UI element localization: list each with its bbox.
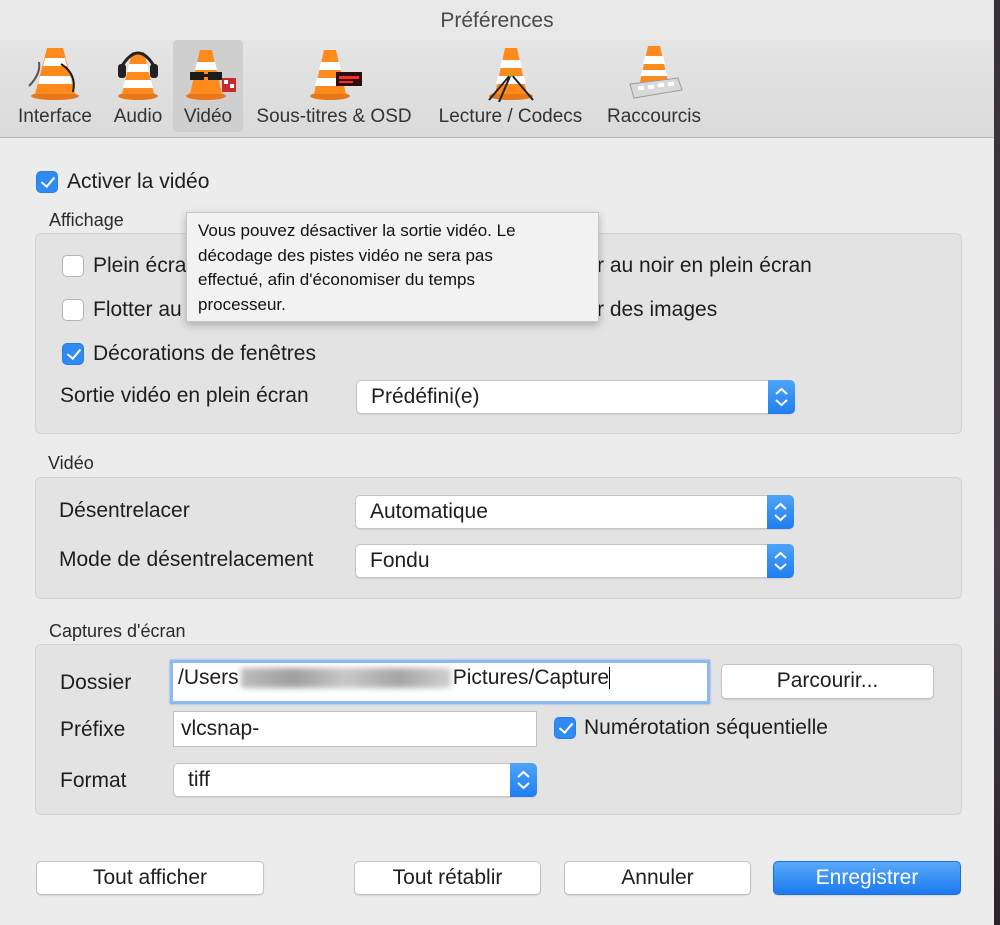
preferences-toolbar: Préférences Interface Audio Vidéo Sous-t… xyxy=(0,0,994,138)
vlc-cone-keyboard-icon xyxy=(629,46,683,99)
format-select[interactable]: tiff xyxy=(173,763,537,797)
always-on-top-label: Flotter au xyxy=(93,298,182,321)
folder-value-start: /Users xyxy=(178,666,239,689)
chevron-updown-icon xyxy=(767,544,794,578)
prefix-label: Préfixe xyxy=(60,718,126,741)
sequential-numbering-label: Numérotation séquentielle xyxy=(584,716,828,739)
tooltip-line-4: processeur. xyxy=(198,294,286,314)
tab-interface-label: Interface xyxy=(18,106,92,127)
fullscreen-checkbox[interactable] xyxy=(62,255,84,277)
tab-subtitles-osd[interactable]: Sous-titres & OSD xyxy=(248,40,420,132)
vlc-cone-glasses-icon xyxy=(186,50,236,100)
tooltip-line-2: décodage des pistes vidéo ne sera pas xyxy=(198,245,493,265)
chevron-updown-icon xyxy=(510,763,537,797)
fullscreen-label: Plein écra xyxy=(93,254,187,277)
text-caret xyxy=(609,667,611,690)
browse-button[interactable]: Parcourir... xyxy=(721,664,934,699)
video-section-title: Vidéo xyxy=(48,453,94,473)
deinterlace-mode-value: Fondu xyxy=(370,549,430,572)
preferences-window: Préférences Interface Audio Vidéo Sous-t… xyxy=(0,0,994,925)
folder-label: Dossier xyxy=(60,671,132,694)
deinterlace-select[interactable]: Automatique xyxy=(355,495,794,529)
save-button[interactable]: Enregistrer xyxy=(773,861,961,895)
tooltip-line-1: Vous pouvez désactiver la sortie vidéo. … xyxy=(198,221,516,240)
tooltip-line-3: effectué, afin d'économiser du temps xyxy=(198,270,475,289)
tab-interface[interactable]: Interface xyxy=(8,40,102,132)
display-section-title: Affichage xyxy=(49,210,124,230)
enable-video-label: Activer la vidéo xyxy=(67,170,210,193)
sequential-numbering-checkbox[interactable] xyxy=(554,717,576,739)
window-title: Préférences xyxy=(0,0,994,40)
window-decorations-checkbox[interactable] xyxy=(62,343,84,365)
tab-hotkeys-label: Raccourcis xyxy=(607,106,701,127)
folder-input[interactable]: /Users Pictures/Capture xyxy=(170,660,710,704)
redacted-region xyxy=(240,668,451,689)
tab-codecs-label: Lecture / Codecs xyxy=(438,106,583,127)
tab-video[interactable]: Vidéo xyxy=(173,40,243,132)
fullscreen-output-label: Sortie vidéo en plein écran xyxy=(60,384,309,407)
format-value: tiff xyxy=(188,768,210,791)
tab-audio-label: Audio xyxy=(113,106,163,127)
fullscreen-output-select[interactable]: Prédéfini(e) xyxy=(356,380,795,414)
tab-video-label: Vidéo xyxy=(183,106,233,127)
vlc-cone-headphones-icon xyxy=(118,51,158,100)
tab-input-codecs[interactable]: Lecture / Codecs xyxy=(428,40,593,132)
window-decorations-label: Décorations de fenêtres xyxy=(93,342,316,365)
tab-subtitles-label: Sous-titres & OSD xyxy=(256,106,412,127)
snapshots-section-title: Captures d'écran xyxy=(49,621,186,641)
tab-hotkeys[interactable]: Raccourcis xyxy=(600,40,708,132)
deinterlace-mode-label: Mode de désentrelacement xyxy=(59,548,314,571)
chevron-updown-icon xyxy=(767,495,794,529)
deinterlace-value: Automatique xyxy=(370,500,488,523)
tab-audio[interactable]: Audio xyxy=(107,40,169,132)
folder-value-end: Pictures/Capture xyxy=(452,666,610,689)
deinterlace-mode-select[interactable]: Fondu xyxy=(355,544,794,578)
enable-video-checkbox[interactable] xyxy=(36,171,58,193)
cancel-button[interactable]: Annuler xyxy=(564,861,751,895)
black-screens-label: r au noir en plein écran xyxy=(597,254,812,277)
reset-all-button[interactable]: Tout rétablir xyxy=(354,861,541,895)
fullscreen-output-value: Prédéfini(e) xyxy=(371,385,480,408)
chevron-updown-icon xyxy=(768,380,795,414)
prefix-input[interactable]: vlcsnap- xyxy=(173,711,537,747)
always-on-top-checkbox[interactable] xyxy=(62,299,84,321)
desktop-background xyxy=(994,0,1000,925)
vlc-cone-codecs-icon xyxy=(487,48,534,102)
format-label: Format xyxy=(60,769,127,792)
vlc-cone-interface-icon xyxy=(28,48,79,100)
vlc-cone-subtitles-icon xyxy=(310,50,362,100)
show-all-button[interactable]: Tout afficher xyxy=(36,861,264,895)
enable-video-tooltip: Vous pouvez désactiver la sortie vidéo. … xyxy=(186,212,599,322)
images-option-label: r des images xyxy=(597,298,718,321)
deinterlace-label: Désentrelacer xyxy=(59,499,190,522)
